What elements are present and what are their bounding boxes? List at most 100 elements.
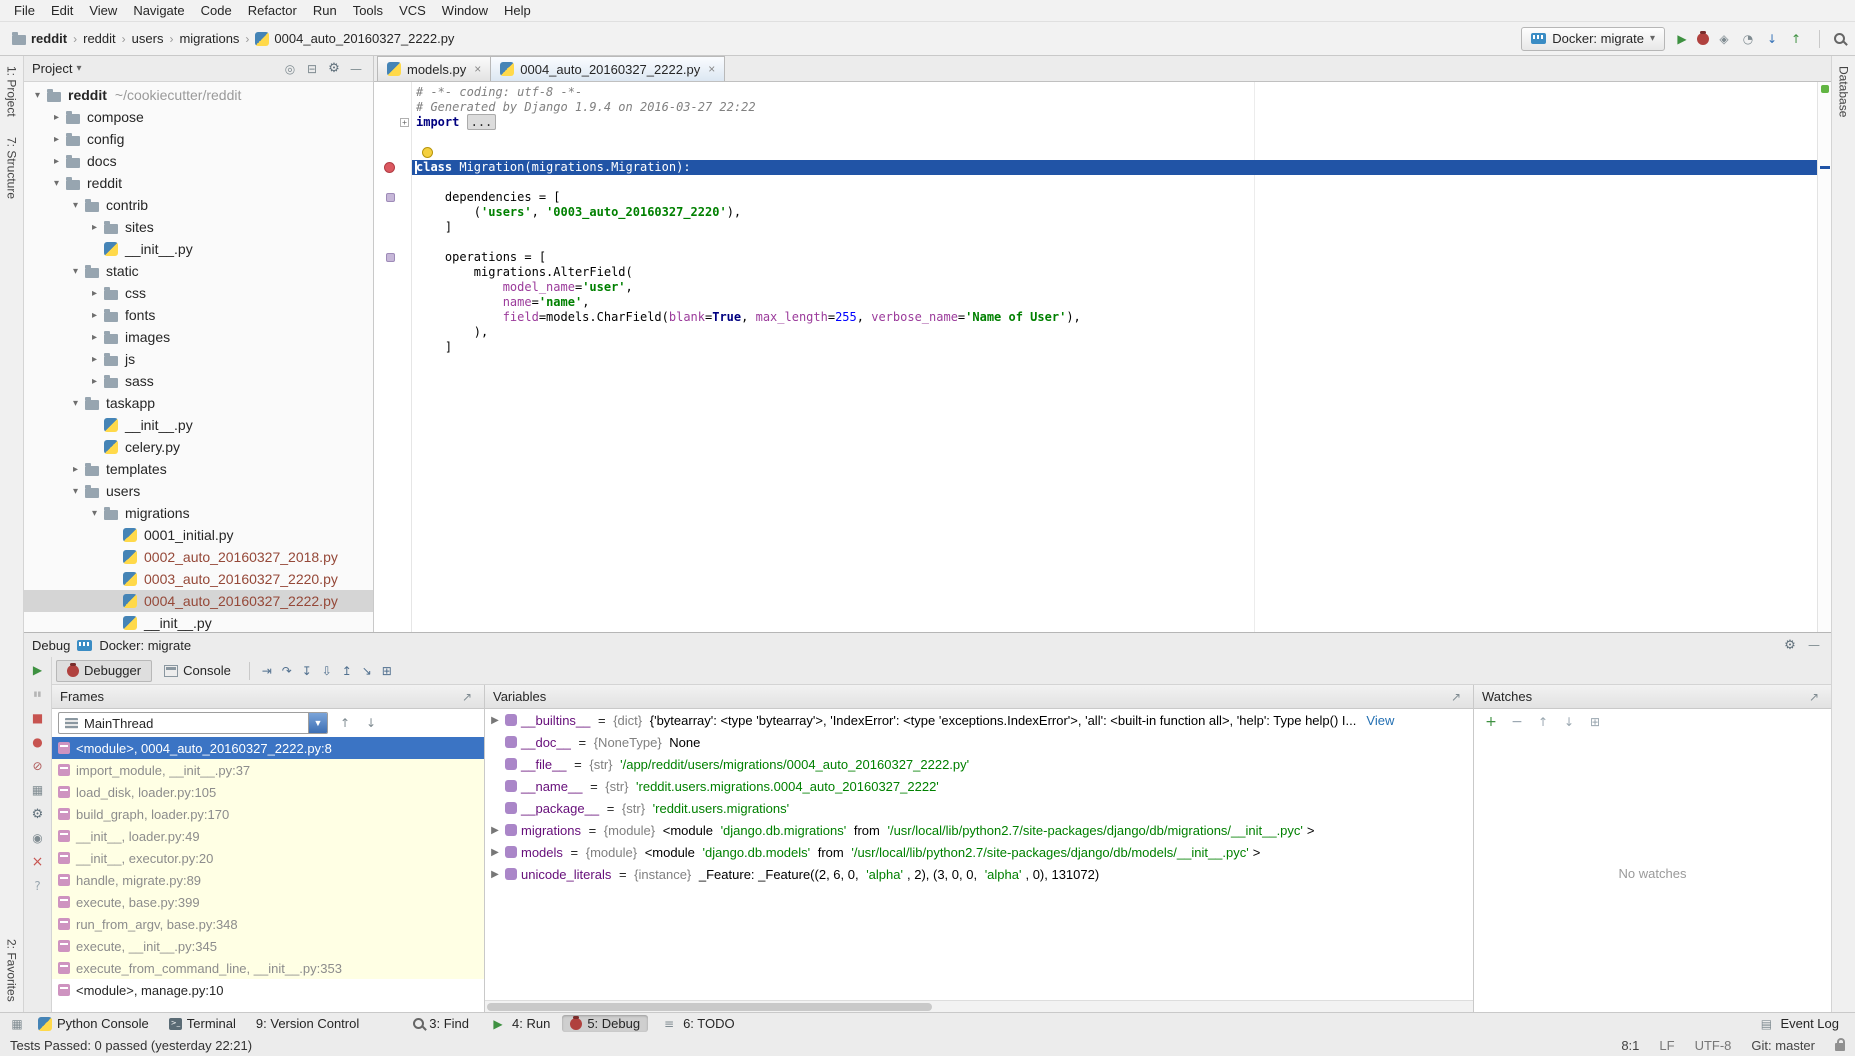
- breakpoint-icon[interactable]: [384, 162, 395, 173]
- toolwindow-button-9-version-control[interactable]: 9: Version Control: [248, 1015, 367, 1032]
- editor-gutter[interactable]: [374, 280, 412, 295]
- editor-gutter[interactable]: [374, 85, 412, 100]
- breadcrumb-item[interactable]: users: [130, 31, 166, 46]
- variable-row[interactable]: ▶models = {module} <module 'django.db.mo…: [485, 841, 1473, 863]
- tree-item[interactable]: 0003_auto_20160327_2220.py: [24, 568, 373, 590]
- debug-icon[interactable]: [1697, 33, 1709, 45]
- tree-item[interactable]: ▾contrib: [24, 194, 373, 216]
- tree-item[interactable]: ▸templates: [24, 458, 373, 480]
- tree-collapse-icon[interactable]: ▾: [30, 90, 45, 101]
- tree-item[interactable]: ▾users: [24, 480, 373, 502]
- run-config-select[interactable]: Docker: migrate ▾: [1521, 27, 1665, 51]
- git-branch[interactable]: Git: master: [1751, 1038, 1815, 1053]
- intention-bulb-icon[interactable]: [422, 147, 433, 158]
- tool-button-favorites[interactable]: 2: Favorites: [3, 929, 21, 1012]
- editor-gutter[interactable]: [374, 340, 412, 355]
- debug-tab-console[interactable]: Console: [154, 660, 241, 682]
- toolwindow-button-6-todo[interactable]: ≡6: TODO: [652, 1014, 743, 1034]
- variable-row[interactable]: __file__ = {str} '/app/reddit/users/migr…: [485, 753, 1473, 775]
- float-panel-icon[interactable]: ↗: [1805, 688, 1823, 706]
- menu-file[interactable]: File: [6, 1, 43, 20]
- editor-tab[interactable]: 0004_auto_20160327_2222.py×: [490, 56, 725, 81]
- tree-item[interactable]: ▸js: [24, 348, 373, 370]
- breadcrumb-item[interactable]: 0004_auto_20160327_2222.py: [253, 31, 456, 46]
- tree-collapse-icon[interactable]: ▾: [68, 200, 83, 211]
- breadcrumb-item[interactable]: reddit: [81, 31, 118, 46]
- tool-button-structure[interactable]: 7: Structure: [3, 127, 21, 209]
- tree-expand-icon[interactable]: ▸: [87, 354, 102, 365]
- tree-expand-icon[interactable]: ▸: [87, 376, 102, 387]
- tree-item[interactable]: ▸fonts: [24, 304, 373, 326]
- float-panel-icon[interactable]: ↗: [458, 688, 476, 706]
- settings-icon[interactable]: ⚙: [325, 60, 343, 78]
- collapse-all-icon[interactable]: ⊟: [303, 60, 321, 78]
- editor-scrollbar[interactable]: [1817, 82, 1831, 632]
- editor-gutter[interactable]: [374, 265, 412, 280]
- tree-item[interactable]: ▾static: [24, 260, 373, 282]
- tree-item[interactable]: ▾taskapp: [24, 392, 373, 414]
- close-icon[interactable]: ×: [706, 62, 715, 76]
- editor-gutter[interactable]: [374, 175, 412, 190]
- vcs-commit-icon[interactable]: ↑: [1787, 30, 1805, 48]
- tree-item[interactable]: ▸compose: [24, 106, 373, 128]
- tool-button-project[interactable]: 1: Project: [3, 56, 21, 127]
- run-icon[interactable]: ▶: [1673, 30, 1691, 48]
- tool-button-database[interactable]: Database: [1835, 56, 1853, 127]
- tree-collapse-icon[interactable]: ▾: [68, 486, 83, 497]
- tree-item[interactable]: ▾migrations: [24, 502, 373, 524]
- toolwindow-button-3-find[interactable]: 3: Find: [405, 1015, 477, 1032]
- toolwindow-switcher-icon[interactable]: ▦: [8, 1015, 26, 1033]
- fold-icon[interactable]: +: [400, 118, 409, 127]
- remove-icon[interactable]: −: [1508, 713, 1526, 731]
- line-separator[interactable]: LF: [1659, 1038, 1674, 1053]
- scrollbar-thumb[interactable]: [487, 1003, 932, 1011]
- inspection-status-icon[interactable]: [1821, 85, 1829, 93]
- menu-view[interactable]: View: [81, 1, 125, 20]
- close-icon[interactable]: ×: [29, 853, 47, 871]
- editor-gutter[interactable]: [374, 190, 412, 205]
- locate-icon[interactable]: ◎: [281, 60, 299, 78]
- close-icon[interactable]: ×: [472, 62, 481, 76]
- view-breakpoints-icon[interactable]: ●: [29, 733, 47, 751]
- editor-gutter[interactable]: [374, 310, 412, 325]
- tree-expand-icon[interactable]: ▸: [87, 222, 102, 233]
- menu-vcs[interactable]: VCS: [391, 1, 434, 20]
- float-panel-icon[interactable]: ↗: [1447, 688, 1465, 706]
- move-down-icon[interactable]: ↓: [1560, 713, 1578, 731]
- editor-gutter[interactable]: [374, 325, 412, 340]
- profiler-icon[interactable]: ◔: [1739, 30, 1757, 48]
- chevron-down-icon[interactable]: ▼: [308, 713, 327, 733]
- lock-icon[interactable]: [1835, 1043, 1845, 1051]
- editor-gutter[interactable]: [374, 220, 412, 235]
- editor-gutter[interactable]: [374, 235, 412, 250]
- help-icon[interactable]: ?: [29, 877, 47, 895]
- tree-item[interactable]: ▸sass: [24, 370, 373, 392]
- expand-arrow-icon[interactable]: ▶: [489, 847, 501, 858]
- tree-item[interactable]: celery.py: [24, 436, 373, 458]
- view-link[interactable]: View: [1366, 713, 1394, 728]
- tree-item[interactable]: ▸sites: [24, 216, 373, 238]
- tree-expand-icon[interactable]: ▸: [49, 112, 64, 123]
- toolwindow-button-4-run[interactable]: ▶4: Run: [481, 1014, 558, 1034]
- mute-breakpoints-icon[interactable]: ⊘: [29, 757, 47, 775]
- tree-item[interactable]: __init__.py: [24, 414, 373, 436]
- menu-window[interactable]: Window: [434, 1, 496, 20]
- stack-frame[interactable]: __init__, loader.py:49: [52, 825, 484, 847]
- tree-item[interactable]: 0001_initial.py: [24, 524, 373, 546]
- tree-collapse-icon[interactable]: ▾: [49, 178, 64, 189]
- stack-frame[interactable]: execute, __init__.py:345: [52, 935, 484, 957]
- search-everywhere-icon[interactable]: [1834, 33, 1845, 44]
- menu-help[interactable]: Help: [496, 1, 539, 20]
- tree-item[interactable]: ▾reddit~/cookiecutter/reddit: [24, 84, 373, 106]
- caret-position[interactable]: 8:1: [1621, 1038, 1639, 1053]
- stop-icon[interactable]: ■: [29, 709, 47, 727]
- menu-code[interactable]: Code: [193, 1, 240, 20]
- vcs-update-icon[interactable]: ↓: [1763, 30, 1781, 48]
- hide-icon[interactable]: —: [347, 60, 365, 78]
- stack-frame[interactable]: execute_from_command_line, __init__.py:3…: [52, 957, 484, 979]
- restore-layout-icon[interactable]: ▦: [29, 781, 47, 799]
- editor-gutter[interactable]: [374, 100, 412, 115]
- stack-frame[interactable]: execute, base.py:399: [52, 891, 484, 913]
- tree-item[interactable]: 0002_auto_20160327_2018.py: [24, 546, 373, 568]
- toolwindow-button-python-console[interactable]: Python Console: [30, 1015, 157, 1032]
